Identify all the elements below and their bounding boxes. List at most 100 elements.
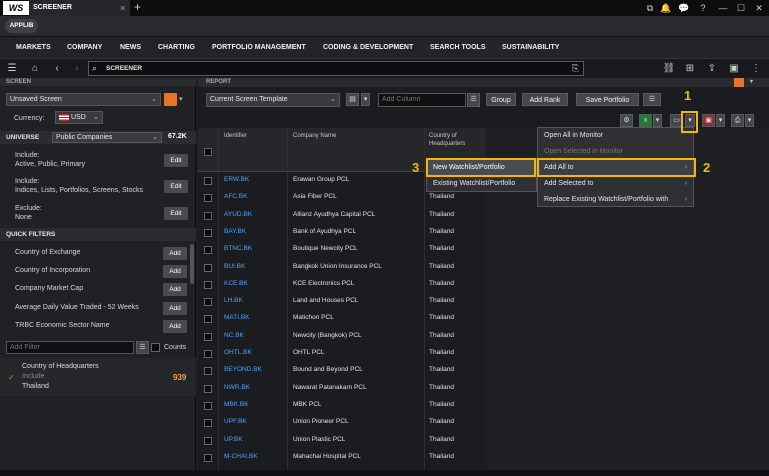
row-identifier-link[interactable]: MBK.BK — [224, 401, 249, 408]
row-checkbox[interactable] — [204, 263, 212, 272]
table-row[interactable]: KCE.BK KCE Electronics PCL Thailand — [198, 276, 486, 293]
row-identifier-link[interactable]: ERW.BK — [224, 176, 249, 183]
report-options-icon[interactable]: ☰ — [643, 93, 661, 106]
command-search-input[interactable]: ⌕ SCREENER ⎘ — [88, 61, 584, 76]
link-icon[interactable]: ⛓ — [662, 61, 676, 77]
new-tab-icon[interactable]: + — [134, 0, 141, 15]
universe-select[interactable]: Public Companies ⌄ — [52, 132, 162, 143]
table-row[interactable]: NWR.BK Nawarat Patanakarn PCL Thailand — [198, 380, 486, 397]
menu-replace-existing[interactable]: Replace Existing Watchlist/Portfolio wit… — [538, 192, 693, 208]
add-column-input[interactable]: Add Column — [378, 93, 466, 107]
row-checkbox[interactable] — [204, 298, 212, 307]
screen-select[interactable]: Unsaved Screen ⌄ — [6, 93, 161, 106]
row-identifier-link[interactable]: AYUD.BK — [224, 211, 252, 218]
table-row[interactable]: BUI.BK Bangkok Union Insurance PCL Thailan… — [198, 259, 486, 276]
row-checkbox[interactable] — [204, 177, 212, 185]
row-checkbox[interactable] — [204, 453, 212, 462]
row-checkbox[interactable] — [204, 384, 212, 393]
row-identifier-link[interactable]: OHTL.BK — [224, 349, 252, 356]
group-button[interactable]: Group — [486, 93, 516, 106]
edit-include-lists-button[interactable]: Edit — [164, 180, 188, 193]
edit-include-button[interactable]: Edit — [164, 154, 188, 167]
row-checkbox[interactable] — [204, 419, 212, 428]
row-checkbox[interactable] — [204, 350, 212, 358]
row-identifier-link[interactable]: BEYOND.BK — [224, 366, 262, 373]
row-checkbox[interactable] — [204, 280, 212, 289]
add-filter-button[interactable]: Add — [163, 283, 187, 296]
table-row[interactable]: M-CHAI.BK Mahachai Hospital PCL Thailand — [198, 449, 486, 466]
tab-close-icon[interactable]: × — [120, 0, 125, 16]
row-checkbox[interactable] — [204, 401, 212, 410]
row-identifier-link[interactable]: UPF.BK — [224, 418, 247, 425]
edit-exclude-button[interactable]: Edit — [164, 207, 188, 220]
row-identifier-link[interactable]: UP.BK — [224, 436, 243, 443]
table-row[interactable]: AYUD.BK Allianz Ayudhya Capital PCL Thaila… — [198, 207, 486, 224]
new-window-icon[interactable]: ⊞ — [683, 61, 697, 77]
row-checkbox[interactable] — [204, 332, 212, 341]
company-column-header[interactable]: Company Name — [293, 133, 336, 139]
row-checkbox[interactable] — [204, 228, 212, 237]
row-checkbox[interactable] — [204, 315, 212, 324]
row-checkbox[interactable] — [204, 246, 212, 255]
row-checkbox[interactable] — [204, 211, 212, 220]
add-filter-button[interactable]: Add — [163, 302, 187, 315]
template-save-chevron-icon[interactable]: ▾ — [361, 93, 370, 106]
country-column-header[interactable]: Country of Headquarters — [429, 132, 481, 148]
menu-coding-development[interactable]: CODING & DEVELOPMENT — [323, 37, 413, 59]
table-row[interactable]: BTNC.BK Boutique Newcity PCL Thailand — [198, 241, 486, 258]
counts-checkbox[interactable] — [151, 343, 160, 352]
pdf-icon[interactable]: ▣ — [702, 114, 715, 127]
template-select[interactable]: Current Screen Template ⌄ — [206, 93, 340, 107]
row-identifier-link[interactable]: BTNC.BK — [224, 245, 252, 252]
menu-existing-watchlist-portfolio[interactable]: Existing Watchlist/Portfolio — [427, 176, 536, 192]
add-filter-button[interactable]: Add — [163, 320, 187, 333]
menu-company[interactable]: COMPANY — [67, 37, 102, 59]
applied-filter[interactable]: ✓ Country of Headquarters Include Thaila… — [0, 358, 196, 396]
row-identifier-link[interactable]: BUI.BK — [224, 263, 245, 270]
add-filter-button[interactable]: Add — [163, 265, 187, 278]
more-icon[interactable]: ⋮ — [749, 61, 763, 77]
table-row[interactable]: MBK.BK MBK PCL Thailand — [198, 397, 486, 414]
bookmark-icon[interactable]: ⎘ — [572, 62, 579, 75]
settings-icon[interactable]: ⚙ — [620, 114, 633, 127]
table-row[interactable]: BEYOND.BK Bound and Beyond PCL Thailand — [198, 362, 486, 379]
identifier-column-header[interactable]: Identifier — [224, 133, 247, 139]
save-icon[interactable]: ▣ — [727, 61, 741, 77]
share-icon[interactable]: ⇪ — [705, 61, 719, 77]
report-expand-icon[interactable]: ▾ — [750, 78, 753, 87]
row-checkbox[interactable] — [204, 194, 212, 203]
menu-charting[interactable]: CHARTING — [158, 37, 195, 59]
menu-news[interactable]: NEWS — [120, 37, 141, 59]
row-identifier-link[interactable]: NWR.BK — [224, 384, 250, 391]
tab-screener[interactable]: SCREENER — [29, 0, 130, 16]
row-checkbox[interactable] — [204, 367, 212, 376]
quick-filters-scrollbar[interactable] — [190, 244, 194, 284]
maximize-icon[interactable]: ☐ — [734, 1, 748, 15]
screen-menu-icon[interactable] — [164, 93, 177, 106]
select-all-checkbox[interactable] — [204, 148, 212, 156]
print-chevron-icon[interactable]: ▾ — [745, 114, 754, 127]
menu-markets[interactable]: MARKETS — [16, 37, 51, 59]
excel-chevron-icon[interactable]: ▾ — [653, 114, 662, 127]
minimize-icon[interactable]: — — [716, 1, 730, 15]
row-identifier-link[interactable]: NC.BK — [224, 332, 244, 339]
row-identifier-link[interactable]: BAY.BK — [224, 228, 246, 235]
table-row[interactable]: UPF.BK Union Pioneer PCL Thailand — [198, 414, 486, 431]
column-list-icon[interactable]: ☰ — [467, 93, 480, 107]
menu-search-tools[interactable]: SEARCH TOOLS — [430, 37, 486, 59]
table-row[interactable]: OHTL.BK OHTL PCL Thailand — [198, 345, 486, 362]
menu-open-all-in-monitor[interactable]: Open All in Monitor — [538, 128, 693, 144]
help-icon[interactable]: ? — [696, 1, 710, 15]
table-row[interactable]: UP.BK Union Plastic PCL Thailand — [198, 432, 486, 449]
excel-icon[interactable]: x — [639, 114, 652, 127]
screen-menu-chevron-icon[interactable]: ▾ — [179, 93, 189, 106]
hamburger-icon[interactable]: ☰ — [5, 61, 19, 77]
table-row[interactable]: BAY.BK Bank of Ayudhya PCL Thailand — [198, 224, 486, 241]
row-identifier-link[interactable]: M-CHAI.BK — [224, 453, 258, 460]
back-icon[interactable]: ‹ — [50, 61, 64, 77]
notification-icon[interactable]: 🔔 — [659, 1, 673, 15]
menu-portfolio-management[interactable]: PORTFOLIO MANAGEMENT — [212, 37, 306, 59]
window-link-icon[interactable]: ⧉ — [643, 1, 657, 15]
close-window-icon[interactable]: ✕ — [752, 1, 766, 15]
add-rank-button[interactable]: Add Rank — [522, 93, 568, 106]
